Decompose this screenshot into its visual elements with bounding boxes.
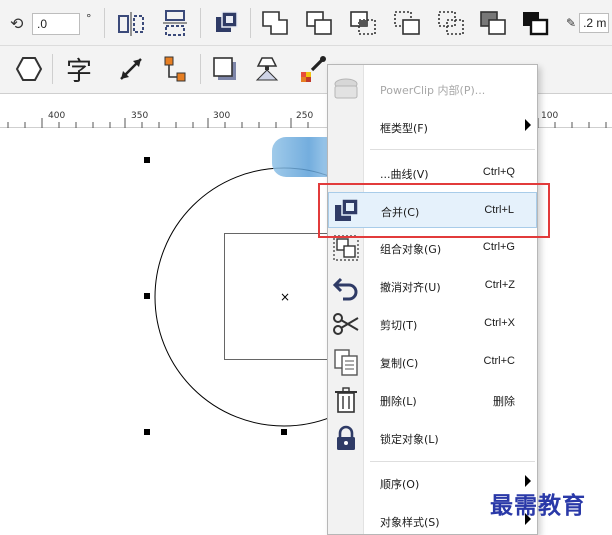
toolbar-separator [250,8,251,38]
annotation-highlight-box [318,183,550,238]
selection-handle[interactable] [281,429,287,435]
menu-separator [370,461,535,462]
submenu-arrow-icon [525,119,531,131]
lock-icon [330,423,362,453]
scissors-icon [330,309,362,339]
menu-separator [370,149,535,150]
front-minus-back-icon[interactable] [434,6,468,40]
menu-item-frame-type[interactable]: 框类型(F) [328,109,537,145]
text-icon[interactable]: 字 [62,52,96,87]
copy-icon [330,347,362,377]
menu-item-shortcut: Ctrl+G [482,241,515,253]
menu-item-label: 锁定对象(L) [380,433,439,446]
trash-icon [330,385,362,415]
menu-item-powerclip: PowerClip 内部(P)... [328,71,537,107]
intersect-icon[interactable] [346,6,380,40]
menu-item-cut[interactable]: 剪切(T) Ctrl+X [328,306,537,342]
menu-item-label: 撤消对齐(U) [380,281,441,294]
transparency-icon[interactable] [250,52,284,86]
coreldraw-window: ⟲ ° [0,0,612,535]
menu-item-undo-align[interactable]: 撤消对齐(U) Ctrl+Z [328,268,537,304]
menu-item-label: ...曲线(V) [380,168,429,181]
menu-item-label: 剪切(T) [380,319,418,332]
simplify-icon[interactable] [390,6,424,40]
menu-item-shortcut: Ctrl+Z [484,279,515,291]
menu-item-label: 复制(C) [380,357,419,370]
trim-icon[interactable] [302,6,336,40]
mirror-horizontal-icon[interactable] [114,6,148,40]
pen-icon: ✎ [566,16,577,30]
rotate-icon: ⟲ [10,14,24,33]
menu-item-shortcut: Ctrl+X [484,317,515,329]
dimension-icon[interactable] [114,52,148,86]
property-bar: ⟲ ° [0,0,612,46]
rotation-input[interactable] [32,13,80,35]
menu-item-label: 顺序(O) [380,478,420,491]
menu-item-delete[interactable]: 删除(L) 删除 [328,382,537,418]
toolbar-separator [200,8,201,38]
watermark: 最需教育 [490,492,586,519]
back-minus-front-icon[interactable] [476,6,510,40]
eyedropper-icon[interactable] [296,52,330,86]
center-mark: × [280,290,291,304]
drop-shadow-icon[interactable] [208,52,242,86]
outline-width-value: .2 m [579,13,610,33]
convert-to-curves-icon[interactable] [12,52,46,86]
toolbar-separator [200,54,201,84]
weld-icon[interactable] [258,6,292,40]
menu-item-label: 组合对象(G) [380,243,442,256]
connector-icon[interactable] [158,52,192,86]
menu-item-copy[interactable]: 复制(C) Ctrl+C [328,344,537,380]
menu-item-label: 框类型(F) [380,122,428,135]
combine-icon[interactable] [210,6,244,40]
degree-symbol: ° [86,12,92,25]
menu-item-label: PowerClip 内部(P)... [380,84,486,97]
toolbar-separator [104,8,105,38]
undo-icon [330,271,362,301]
selection-handle[interactable] [144,293,150,299]
outline-width-field[interactable]: ✎ .2 m [566,12,612,34]
create-boundary-icon[interactable] [518,6,552,40]
selection-handle[interactable] [144,429,150,435]
menu-item-label: 删除(L) [380,395,417,408]
context-menu: PowerClip 内部(P)... 框类型(F) ...曲线(V) Ctrl+… [327,64,538,535]
powerclip-icon [330,74,362,104]
menu-item-shortcut: Ctrl+C [483,355,515,367]
selection-handle[interactable] [144,157,150,163]
menu-item-lock[interactable]: 锁定对象(L) [328,420,537,456]
toolbar-separator [52,54,53,84]
menu-item-shortcut: 删除 [493,396,515,408]
mirror-vertical-icon[interactable] [158,6,192,40]
menu-item-shortcut: Ctrl+Q [482,166,515,178]
menu-item-label: 对象样式(S) [380,516,440,529]
